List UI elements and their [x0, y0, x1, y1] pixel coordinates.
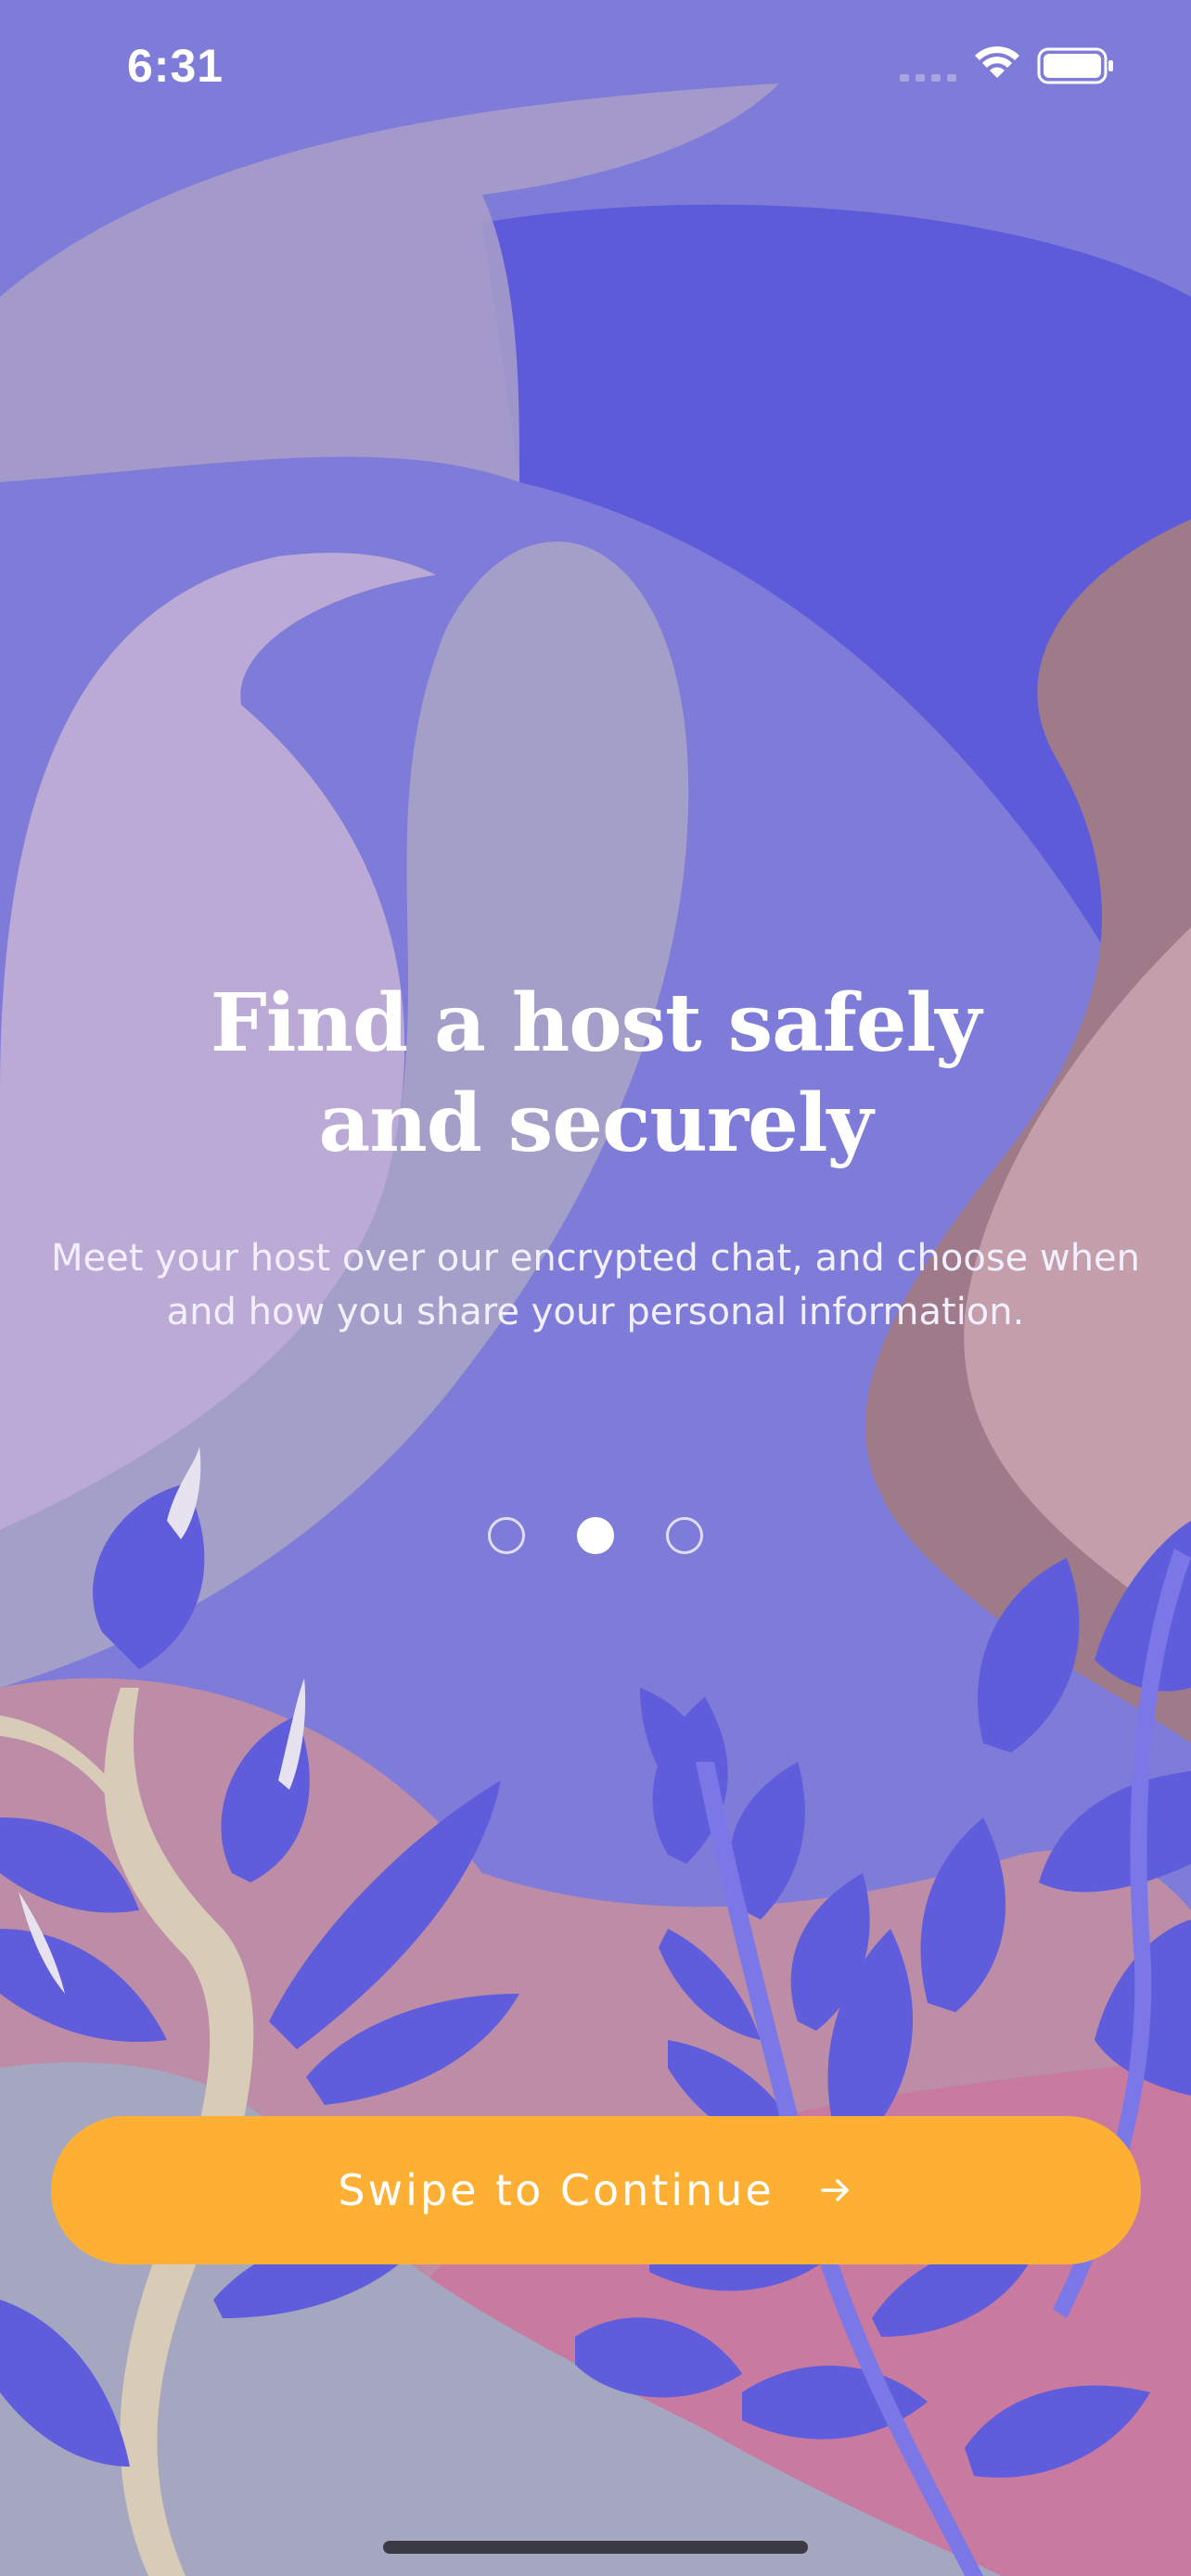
status-bar: 6:31	[0, 0, 1191, 130]
home-indicator[interactable]	[383, 2541, 808, 2554]
onboarding-content: Find a host safely and securely Meet you…	[0, 974, 1191, 1339]
battery-icon	[1037, 47, 1113, 84]
page-dot-3[interactable]	[666, 1517, 703, 1554]
arrow-right-icon	[820, 2179, 849, 2201]
wifi-icon	[975, 46, 1019, 78]
page-indicator	[0, 1517, 1191, 1556]
signal-icon	[900, 74, 956, 82]
page-title: Find a host safely and securely	[210, 976, 981, 1170]
page-dot-1[interactable]	[488, 1517, 525, 1554]
page-subtitle: Meet your host over our encrypted chat, …	[50, 1237, 1141, 1333]
swipe-to-continue-button[interactable]: Swipe to Continue	[51, 2116, 1141, 2264]
swipe-to-continue-label: Swipe to Continue	[338, 2165, 775, 2215]
status-time: 6:31	[127, 40, 224, 92]
onboarding-screen: 6:31 Find a host safely and securely Mee…	[0, 0, 1191, 2576]
page-dot-2-active[interactable]	[577, 1517, 614, 1554]
